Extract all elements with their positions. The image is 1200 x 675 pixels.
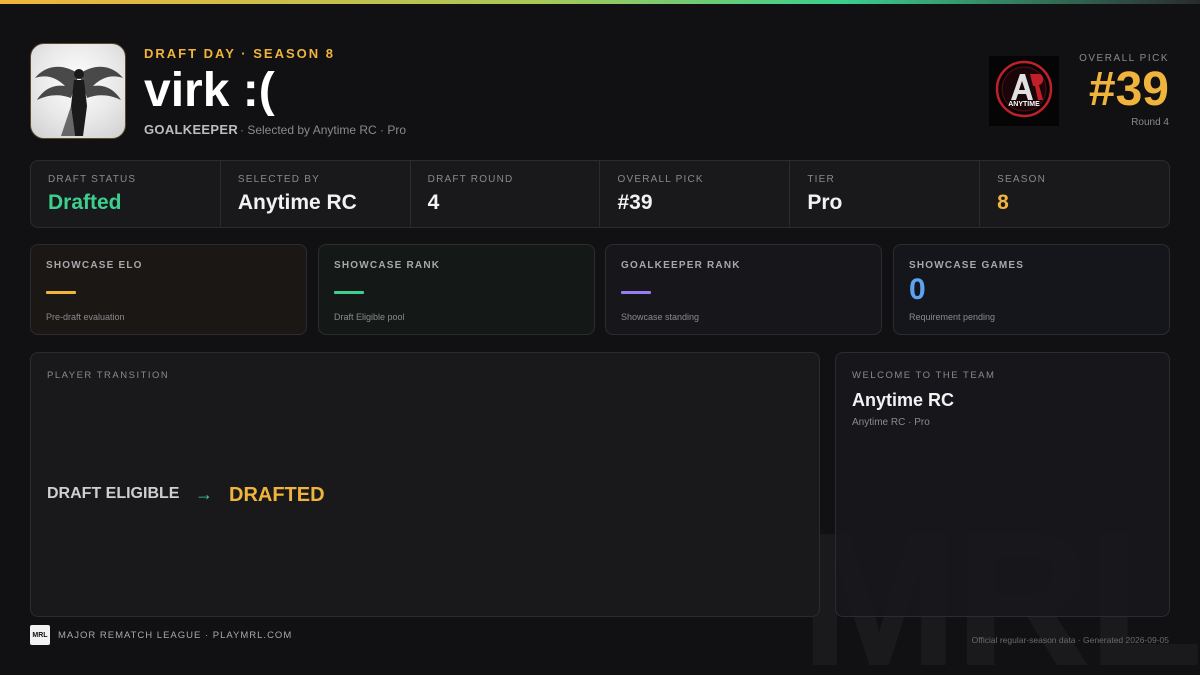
card-label: SHOWCASE GAMES	[909, 260, 1025, 271]
team-logo-text: ANYTIME	[1008, 101, 1040, 108]
panel-label: WELCOME TO THE TEAM	[852, 370, 996, 381]
card-note: Draft Eligible pool	[334, 312, 405, 322]
placeholder-dash	[46, 291, 76, 294]
anytime-rc-logo: ANYTIME	[989, 56, 1059, 126]
card-label: GOALKEEPER RANK	[621, 260, 741, 271]
stat-value: Drafted	[48, 191, 122, 214]
player-transition-panel: PLAYER TRANSITION DRAFT ELIGIBLE → DRAFT…	[30, 352, 820, 617]
card-showcase-rank: SHOWCASE RANK Draft Eligible pool	[318, 244, 595, 335]
card-label: SHOWCASE RANK	[334, 260, 441, 271]
stat-season: SEASON 8	[979, 161, 1169, 227]
card-label: SHOWCASE ELO	[46, 260, 143, 271]
welcome-team-meta: Anytime RC · Pro	[852, 417, 930, 428]
card-showcase-elo: SHOWCASE ELO Pre-draft evaluation	[30, 244, 307, 335]
card-showcase-games: SHOWCASE GAMES 0 Requirement pending	[893, 244, 1170, 335]
top-accent-bar	[0, 0, 1200, 4]
stat-value: Pro	[807, 191, 843, 214]
overall-pick-number: #39	[1088, 63, 1169, 116]
transition-to: DRAFTED	[229, 484, 325, 506]
league-name: MAJOR REMATCH LEAGUE · PLAYMRL.COM	[58, 630, 293, 641]
arrow-right-icon: →	[195, 484, 213, 504]
transition-from: DRAFT ELIGIBLE	[47, 485, 180, 502]
card-note: Requirement pending	[909, 312, 996, 322]
stat-value: 8	[997, 191, 1009, 214]
stat-value: Anytime RC	[237, 191, 357, 214]
winged-figure-avatar	[35, 66, 123, 136]
card-note: Showcase standing	[621, 312, 700, 322]
player-name: virk :(	[144, 64, 275, 117]
player-avatar	[30, 43, 126, 139]
stat-selected-by: SELECTED BY Anytime RC	[219, 161, 410, 227]
draft-stats-strip: DRAFT STATUS Drafted SELECTED BY Anytime…	[30, 160, 1170, 228]
stat-draft-round: DRAFT ROUND 4	[409, 161, 600, 227]
selected-by-meta: · Selected by Anytime RC · Pro	[240, 123, 407, 137]
panel-label: PLAYER TRANSITION	[47, 370, 170, 381]
footer-meta: Official regular-season data · Generated…	[971, 635, 1169, 645]
card-note: Pre-draft evaluation	[46, 312, 125, 322]
stat-draft-status: DRAFT STATUS Drafted	[31, 161, 220, 227]
stat-value: #39	[617, 191, 653, 214]
stat-value: 4	[427, 191, 440, 214]
league-logo: MRL	[30, 625, 50, 645]
stat-label: TIER	[807, 174, 835, 185]
pick-round: Round 4	[1131, 117, 1169, 128]
welcome-panel: WELCOME TO THE TEAM Anytime RC Anytime R…	[835, 352, 1170, 617]
stat-label: OVERALL PICK	[617, 174, 704, 185]
draft-eyebrow: DRAFT DAY · SEASON 8	[144, 46, 335, 61]
stat-label: DRAFT ROUND	[427, 174, 514, 185]
card-goalkeeper-rank: GOALKEEPER RANK Showcase standing	[605, 244, 882, 335]
stat-label: SELECTED BY	[237, 174, 320, 185]
stat-label: DRAFT STATUS	[48, 174, 137, 185]
stat-tier: TIER Pro	[789, 161, 979, 227]
stat-overall-pick: OVERALL PICK #39	[599, 161, 789, 227]
player-position: GOALKEEPER	[144, 122, 239, 137]
welcome-team-name: Anytime RC	[852, 390, 955, 410]
stat-label: SEASON	[997, 174, 1047, 185]
placeholder-dash	[334, 291, 364, 294]
placeholder-dash	[621, 291, 651, 294]
card-value: 0	[909, 273, 926, 306]
